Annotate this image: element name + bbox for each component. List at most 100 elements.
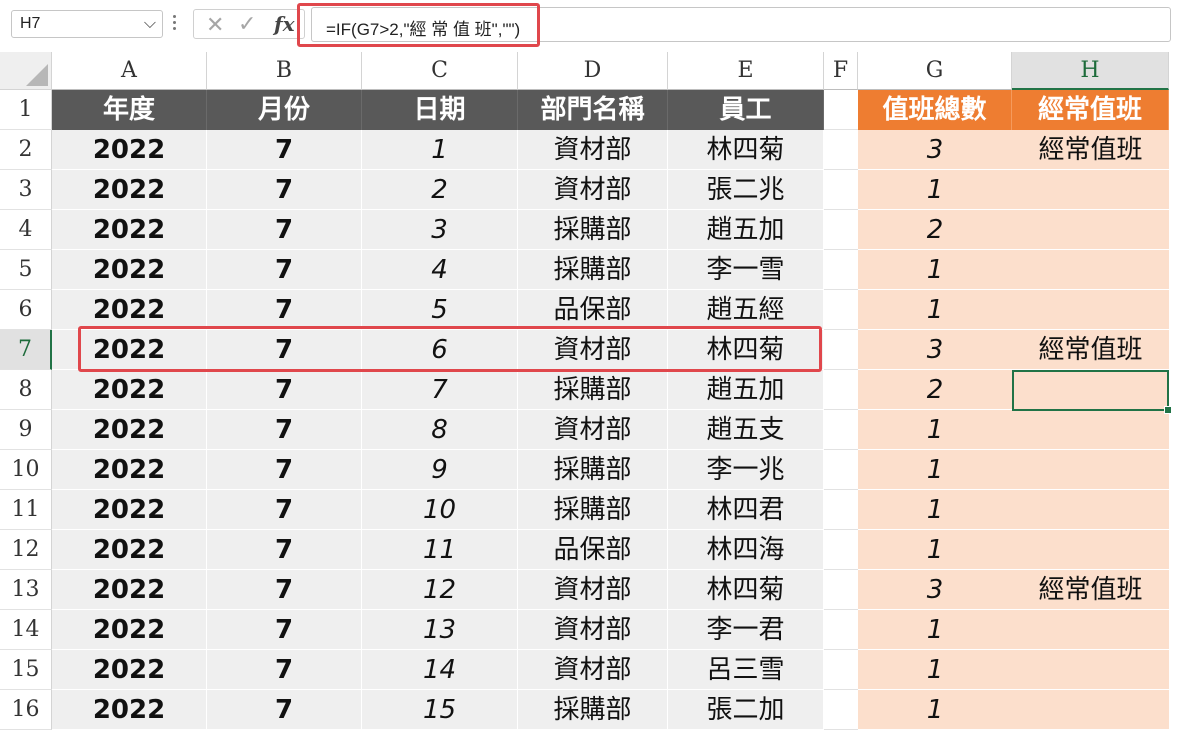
cell-h7[interactable]: 經常值班	[1012, 330, 1169, 370]
row-header-8[interactable]: 8	[0, 370, 52, 410]
cell-c16[interactable]: 15	[362, 690, 518, 730]
row-header-13[interactable]: 13	[0, 570, 52, 610]
cell-h15[interactable]	[1012, 650, 1169, 690]
column-header-a[interactable]: A	[52, 52, 207, 90]
cell-b13[interactable]: 7	[207, 570, 362, 610]
row-header-11[interactable]: 11	[0, 490, 52, 530]
row-header-16[interactable]: 16	[0, 690, 52, 730]
row-header-7[interactable]: 7	[0, 330, 52, 370]
cell-e12[interactable]: 林四海	[668, 530, 824, 570]
cell-b5[interactable]: 7	[207, 250, 362, 290]
cell-f11[interactable]	[824, 490, 858, 530]
cell-d5[interactable]: 採購部	[518, 250, 668, 290]
column-header-b[interactable]: B	[207, 52, 362, 90]
column-header-h[interactable]: H	[1012, 52, 1169, 90]
cell-b12[interactable]: 7	[207, 530, 362, 570]
cell-c11[interactable]: 10	[362, 490, 518, 530]
cell-e6[interactable]: 趙五經	[668, 290, 824, 330]
cell-g1[interactable]: 值班總數	[858, 90, 1012, 130]
cell-d3[interactable]: 資材部	[518, 170, 668, 210]
cell-a8[interactable]: 2022	[52, 370, 207, 410]
cell-f9[interactable]	[824, 410, 858, 450]
cell-g14[interactable]: 1	[858, 610, 1012, 650]
cell-h12[interactable]	[1012, 530, 1169, 570]
cell-a6[interactable]: 2022	[52, 290, 207, 330]
cell-f13[interactable]	[824, 570, 858, 610]
cell-b14[interactable]: 7	[207, 610, 362, 650]
cell-c3[interactable]: 2	[362, 170, 518, 210]
cell-c4[interactable]: 3	[362, 210, 518, 250]
row-header-15[interactable]: 15	[0, 650, 52, 690]
cell-e10[interactable]: 李一兆	[668, 450, 824, 490]
row-header-1[interactable]: 1	[0, 90, 52, 130]
cell-g6[interactable]: 1	[858, 290, 1012, 330]
cell-a5[interactable]: 2022	[52, 250, 207, 290]
cell-g8[interactable]: 2	[858, 370, 1012, 410]
cell-d12[interactable]: 品保部	[518, 530, 668, 570]
cell-h5[interactable]	[1012, 250, 1169, 290]
cell-g3[interactable]: 1	[858, 170, 1012, 210]
cell-e15[interactable]: 呂三雪	[668, 650, 824, 690]
cell-f7[interactable]	[824, 330, 858, 370]
cell-c12[interactable]: 11	[362, 530, 518, 570]
cell-g5[interactable]: 1	[858, 250, 1012, 290]
select-all-corner[interactable]	[0, 52, 52, 90]
cell-d4[interactable]: 採購部	[518, 210, 668, 250]
cell-g2[interactable]: 3	[858, 130, 1012, 170]
cell-g4[interactable]: 2	[858, 210, 1012, 250]
cell-e11[interactable]: 林四君	[668, 490, 824, 530]
row-header-3[interactable]: 3	[0, 170, 52, 210]
cell-a2[interactable]: 2022	[52, 130, 207, 170]
cell-g15[interactable]: 1	[858, 650, 1012, 690]
cell-f5[interactable]	[824, 250, 858, 290]
cell-b2[interactable]: 7	[207, 130, 362, 170]
cell-g7[interactable]: 3	[858, 330, 1012, 370]
cell-f8[interactable]	[824, 370, 858, 410]
cell-d14[interactable]: 資材部	[518, 610, 668, 650]
cell-h10[interactable]	[1012, 450, 1169, 490]
fill-handle[interactable]	[1164, 406, 1172, 414]
cell-e5[interactable]: 李一雪	[668, 250, 824, 290]
cell-b9[interactable]: 7	[207, 410, 362, 450]
row-header-12[interactable]: 12	[0, 530, 52, 570]
row-header-10[interactable]: 10	[0, 450, 52, 490]
cell-a15[interactable]: 2022	[52, 650, 207, 690]
cell-e1[interactable]: 員工	[668, 90, 824, 130]
cell-a9[interactable]: 2022	[52, 410, 207, 450]
cell-e4[interactable]: 趙五加	[668, 210, 824, 250]
insert-function-icon[interactable]: fx	[274, 12, 295, 36]
cell-d11[interactable]: 採購部	[518, 490, 668, 530]
cell-b10[interactable]: 7	[207, 450, 362, 490]
cell-h6[interactable]	[1012, 290, 1169, 330]
row-header-5[interactable]: 5	[0, 250, 52, 290]
cell-b1[interactable]: 月份	[207, 90, 362, 130]
cell-b8[interactable]: 7	[207, 370, 362, 410]
cell-f15[interactable]	[824, 650, 858, 690]
row-header-4[interactable]: 4	[0, 210, 52, 250]
cell-b4[interactable]: 7	[207, 210, 362, 250]
cell-g13[interactable]: 3	[858, 570, 1012, 610]
cell-c15[interactable]: 14	[362, 650, 518, 690]
cell-c9[interactable]: 8	[362, 410, 518, 450]
cell-f10[interactable]	[824, 450, 858, 490]
cell-g10[interactable]: 1	[858, 450, 1012, 490]
cell-h11[interactable]	[1012, 490, 1169, 530]
cell-f1[interactable]	[824, 90, 858, 130]
cell-c1[interactable]: 日期	[362, 90, 518, 130]
cell-e3[interactable]: 張二兆	[668, 170, 824, 210]
cell-e14[interactable]: 李一君	[668, 610, 824, 650]
cell-a4[interactable]: 2022	[52, 210, 207, 250]
cell-g12[interactable]: 1	[858, 530, 1012, 570]
cell-d8[interactable]: 採購部	[518, 370, 668, 410]
cell-a1[interactable]: 年度	[52, 90, 207, 130]
cell-f4[interactable]	[824, 210, 858, 250]
cell-e2[interactable]: 林四菊	[668, 130, 824, 170]
row-header-14[interactable]: 14	[0, 610, 52, 650]
cell-c14[interactable]: 13	[362, 610, 518, 650]
cell-h13[interactable]: 經常值班	[1012, 570, 1169, 610]
cell-h1[interactable]: 經常值班	[1012, 90, 1169, 130]
cell-b6[interactable]: 7	[207, 290, 362, 330]
cell-g11[interactable]: 1	[858, 490, 1012, 530]
cell-d10[interactable]: 採購部	[518, 450, 668, 490]
cell-h3[interactable]	[1012, 170, 1169, 210]
